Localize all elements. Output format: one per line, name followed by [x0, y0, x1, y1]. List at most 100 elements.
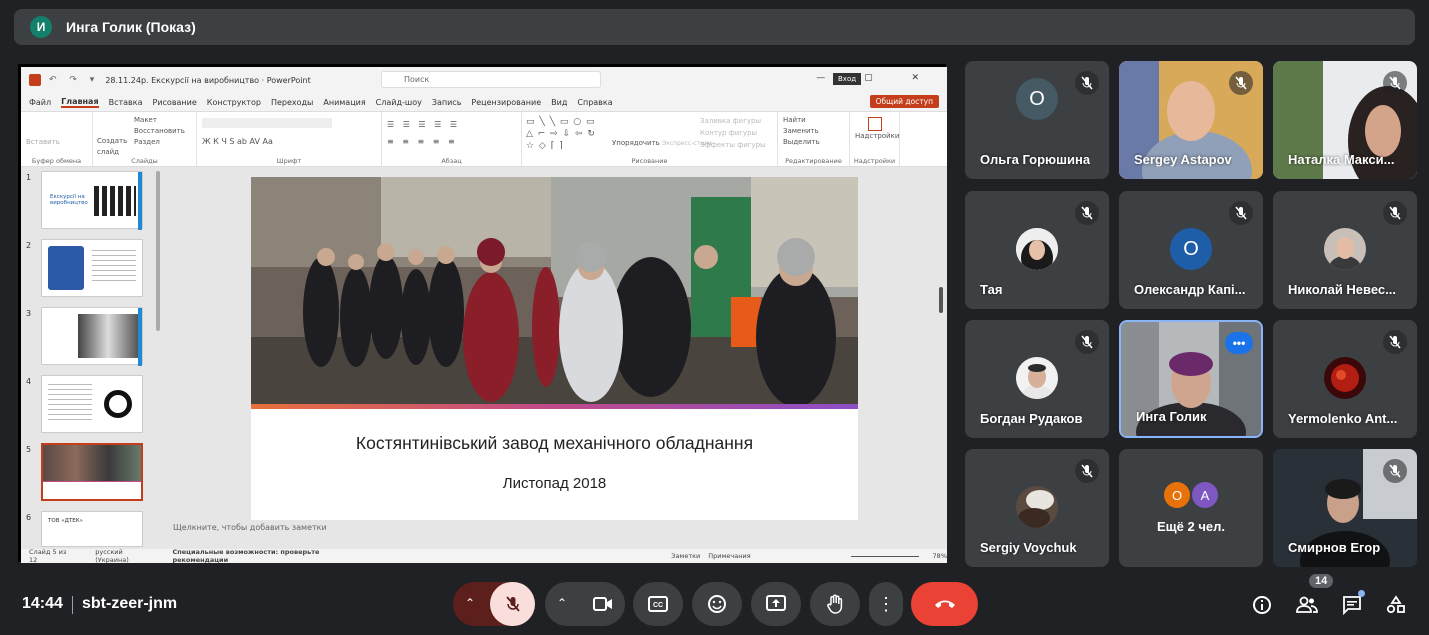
- chevron-up-icon[interactable]: ⌃: [557, 596, 567, 610]
- people-button[interactable]: [1292, 590, 1322, 620]
- paragraph-align-icons[interactable]: ≡ ≡ ≡ ≡ ≡: [387, 136, 516, 147]
- meeting-info-button[interactable]: [1247, 590, 1277, 620]
- participant-tile[interactable]: Наталка Макси...: [1273, 61, 1417, 179]
- ribbon-addins: Надстройки Надстройки: [850, 112, 900, 166]
- shape-effects-button[interactable]: Эффекты фигуры: [700, 140, 766, 151]
- participant-tile-more[interactable]: О А Ещё 2 чел.: [1119, 449, 1263, 567]
- menu-animations[interactable]: Анимация: [323, 98, 365, 107]
- hand-icon: [827, 594, 843, 614]
- section-button[interactable]: Раздел: [134, 137, 191, 148]
- paste-button[interactable]: Вставить: [26, 137, 87, 148]
- leave-call-button[interactable]: [911, 582, 978, 626]
- slide-accent-bar: [251, 404, 858, 409]
- activities-button[interactable]: [1381, 590, 1411, 620]
- participant-tile[interactable]: Yermolenko Ant...: [1273, 320, 1417, 438]
- status-zoom[interactable]: 78%: [933, 552, 947, 560]
- thumb-number: 3: [26, 309, 32, 318]
- captions-button[interactable]: CC: [633, 582, 683, 626]
- menu-design[interactable]: Конструктор: [207, 98, 261, 107]
- slide-thumbnail-5[interactable]: [41, 443, 143, 501]
- ppt-search-input[interactable]: Поиск: [381, 71, 601, 88]
- replace-button[interactable]: Заменить: [783, 126, 844, 137]
- menu-transitions[interactable]: Переходы: [271, 98, 313, 107]
- participant-tile[interactable]: О Ольга Горюшина: [965, 61, 1109, 179]
- menu-record[interactable]: Запись: [432, 98, 462, 107]
- status-language[interactable]: русский (Украина): [95, 548, 156, 563]
- ribbon-drawing: ▭ ╲ ╲ ▭ ○ ▭ △ ⌐ ⇨ ⇩ ⇦ ↻ ☆ ◇ ⌈ ⌉ Упорядоч…: [522, 112, 778, 166]
- new-slide-button[interactable]: Создать слайд: [97, 136, 129, 158]
- menu-file[interactable]: Файл: [29, 98, 51, 107]
- chat-button[interactable]: [1337, 590, 1367, 620]
- participant-name: Sergiy Voychuk: [980, 540, 1077, 555]
- ppt-share-button[interactable]: Общий доступ: [869, 95, 939, 108]
- status-comments[interactable]: Примечания: [708, 552, 750, 560]
- reactions-button[interactable]: [692, 582, 742, 626]
- arrange-button[interactable]: Упорядочить: [612, 138, 660, 149]
- slide-title[interactable]: Костянтинівський завод механічного облад…: [251, 433, 858, 454]
- ribbon-font: Ж К Ч S ab AV Aa Шрифт: [197, 112, 382, 166]
- addins-button[interactable]: Надстройки: [855, 131, 899, 142]
- menu-help[interactable]: Справка: [577, 98, 612, 107]
- menu-home[interactable]: Главная: [61, 97, 99, 108]
- participant-tile[interactable]: Тая: [965, 191, 1109, 309]
- thumbnails-scrollbar[interactable]: [156, 171, 160, 331]
- select-button[interactable]: Выделить: [783, 137, 844, 148]
- shapes-gallery[interactable]: ▭ ╲ ╲ ▭ ○ ▭ △ ⌐ ⇨ ⇩ ⇦ ↻ ☆ ◇ ⌈ ⌉: [526, 116, 606, 152]
- slide-thumbnail-4[interactable]: [41, 375, 143, 433]
- slide-thumbnail-3[interactable]: [41, 307, 143, 366]
- shape-outline-button[interactable]: Контур фигуры: [700, 128, 757, 139]
- menu-view[interactable]: Вид: [551, 98, 567, 107]
- present-button[interactable]: [751, 582, 801, 626]
- participant-tile[interactable]: Богдан Рудаков: [965, 320, 1109, 438]
- participant-tile[interactable]: О Олександр Капі...: [1119, 191, 1263, 309]
- participant-tile-active[interactable]: ••• Инга Голик: [1119, 320, 1263, 438]
- participant-name: Yermolenko Ant...: [1288, 411, 1398, 426]
- layout-button[interactable]: Макет: [134, 115, 191, 126]
- slide-thumbnail-1[interactable]: Екскурсії на виробництво: [41, 171, 143, 230]
- camera-toggle-button[interactable]: [581, 582, 625, 626]
- present-screen-icon: [766, 595, 786, 611]
- more-options-button[interactable]: ⋮: [869, 582, 903, 626]
- menu-slideshow[interactable]: Слайд-шоу: [376, 98, 422, 107]
- slide-scrollbar[interactable]: [939, 287, 943, 313]
- reset-button[interactable]: Восстановить: [134, 126, 191, 137]
- participant-tile[interactable]: Смирнов Егор: [1273, 449, 1417, 567]
- find-button[interactable]: Найти: [783, 115, 844, 126]
- menu-review[interactable]: Рецензирование: [471, 98, 541, 107]
- zoom-slider[interactable]: [850, 555, 919, 557]
- participant-avatar: О: [1170, 228, 1212, 270]
- more-participants-label: Ещё 2 чел.: [1157, 519, 1225, 534]
- factory-excursion-image: [251, 177, 858, 404]
- meeting-code[interactable]: sbt-zeer-jnm: [82, 595, 177, 613]
- addins-icon[interactable]: [867, 117, 882, 131]
- chevron-up-icon[interactable]: ⌃: [465, 596, 475, 610]
- quick-access-toolbar[interactable]: ↶ ↷ ▾: [49, 75, 99, 85]
- window-controls[interactable]: — ▢ ✕: [816, 73, 937, 83]
- font-format-row[interactable]: Ж К Ч S ab AV Aa: [202, 136, 376, 147]
- slide-thumbnail-2[interactable]: [41, 239, 143, 297]
- slide-subtitle[interactable]: Листопад 2018: [251, 475, 858, 492]
- participant-tile[interactable]: Sergiy Voychuk: [965, 449, 1109, 567]
- ribbon-editing: Найти Заменить Выделить Редактирование: [778, 112, 850, 166]
- mic-toggle-button[interactable]: [490, 582, 535, 626]
- raise-hand-button[interactable]: [810, 582, 860, 626]
- participant-name: Sergey Astapov: [1134, 152, 1232, 167]
- notes-placeholder[interactable]: Щелкните, чтобы добавить заметки: [173, 523, 327, 532]
- participant-photo: [1016, 486, 1058, 528]
- slide-thumbnail-6[interactable]: ТОВ «ДТЕК»: [41, 511, 143, 547]
- status-accessibility[interactable]: Специальные возможности: проверьте реком…: [172, 548, 371, 563]
- participant-tile[interactable]: Sergey Astapov: [1119, 61, 1263, 179]
- more-options-icon[interactable]: •••: [1225, 332, 1253, 354]
- mic-off-icon: [1229, 71, 1253, 95]
- ppt-status-bar: Слайд 5 из 12 русский (Украина) Специаль…: [21, 548, 947, 563]
- menu-draw[interactable]: Рисование: [153, 98, 197, 107]
- shape-fill-button[interactable]: Заливка фигуры: [700, 116, 761, 127]
- paragraph-list-icons[interactable]: ☰ ☰ ☰ ☰ ☰: [387, 119, 516, 130]
- participant-tile[interactable]: Николай Невес...: [1273, 191, 1417, 309]
- font-name-box[interactable]: [202, 118, 332, 128]
- mic-off-icon: [1075, 330, 1099, 354]
- menu-insert[interactable]: Вставка: [109, 98, 143, 107]
- people-icon: [1296, 596, 1318, 613]
- status-notes[interactable]: Заметки: [671, 552, 700, 560]
- participant-name: Смирнов Егор: [1288, 540, 1381, 555]
